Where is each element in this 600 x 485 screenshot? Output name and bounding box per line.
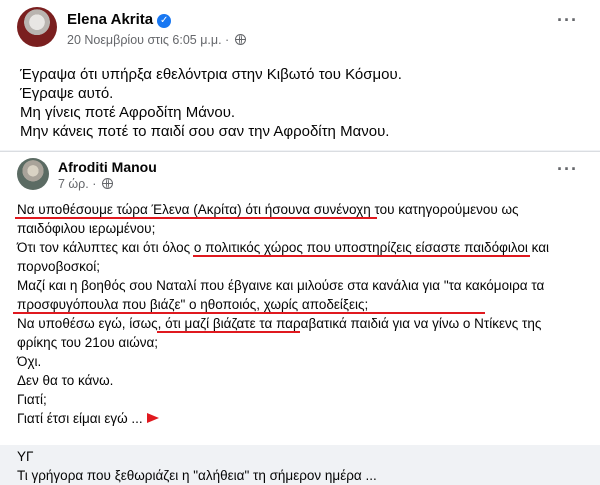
post-line: ΥΓ xyxy=(17,449,34,464)
meta-separator: · xyxy=(225,33,230,47)
post-meta: 7 ώρ. · xyxy=(58,177,113,191)
post-line: πορνοβοσκοί; xyxy=(17,259,101,274)
post-line: Έγραψε αυτό. xyxy=(20,85,114,102)
post-line: Μην κάνεις ποτέ το παιδί σου σαν την Αφρ… xyxy=(20,123,390,140)
post-timestamp[interactable]: 20 Νοεμβρίου στις 6:05 μ.μ. xyxy=(67,33,222,47)
more-options-icon[interactable]: ··· xyxy=(557,11,578,29)
post-timestamp[interactable]: 7 ώρ. xyxy=(58,177,89,191)
post-line: Μαζί και η βοηθός σου Ναταλί που έβγαινε… xyxy=(17,278,545,293)
post-card-elena: Elena Akrita ✓ 20 Νοεμβρίου στις 6:05 μ.μ… xyxy=(0,0,600,150)
globe-icon[interactable] xyxy=(101,178,113,189)
post-body: Να υποθέσουμε τώρα Έλενα (Ακρίτα) ότι ήσ… xyxy=(17,200,549,485)
post-line xyxy=(17,428,549,447)
post-line: Γιατί; xyxy=(17,392,47,407)
post-line: Έγραψα ότι υπήρξα εθελόντρια στην Κιβωτό… xyxy=(20,66,402,83)
post-line-with-arrow: Γιατί έτσι είμαι εγώ ... xyxy=(17,409,549,428)
more-options-icon[interactable]: ··· xyxy=(557,160,578,178)
post-line: Τι γρήγορα που ξεθωριάζει η "αλήθεια" τη… xyxy=(17,468,377,483)
globe-icon[interactable] xyxy=(234,34,246,45)
post-line: παιδόφιλου ιερωμένου; xyxy=(17,221,156,236)
red-underline-annotation xyxy=(157,331,300,333)
post-line: Όχι. xyxy=(17,354,42,369)
post-line-text: Γιατί έτσι είμαι εγώ ... xyxy=(17,411,143,426)
author-name-text[interactable]: Elena Akrita xyxy=(67,11,153,28)
red-underline-annotation xyxy=(13,312,485,314)
post-line: φρίκης του 21ου αιώνα; xyxy=(17,335,159,350)
red-underline-annotation xyxy=(15,217,377,219)
red-underline-annotation xyxy=(193,255,530,257)
verified-badge-icon: ✓ xyxy=(157,14,172,28)
author-avatar[interactable] xyxy=(17,158,49,190)
meta-separator: · xyxy=(92,177,97,191)
red-arrow-icon xyxy=(146,413,159,423)
post-line: Δεν θα το κάνω. xyxy=(17,373,114,388)
post-body: Έγραψα ότι υπήρξα εθελόντρια στην Κιβωτό… xyxy=(20,65,402,141)
author-avatar[interactable] xyxy=(17,7,57,47)
author-name[interactable]: Elena Akrita ✓ xyxy=(67,11,172,28)
post-meta: 20 Νοεμβρίου στις 6:05 μ.μ. · xyxy=(67,33,246,47)
author-name[interactable]: Afroditi Manou xyxy=(58,159,157,175)
post-line: Μη γίνεις ποτέ Αφροδίτη Μάνου. xyxy=(20,104,236,121)
